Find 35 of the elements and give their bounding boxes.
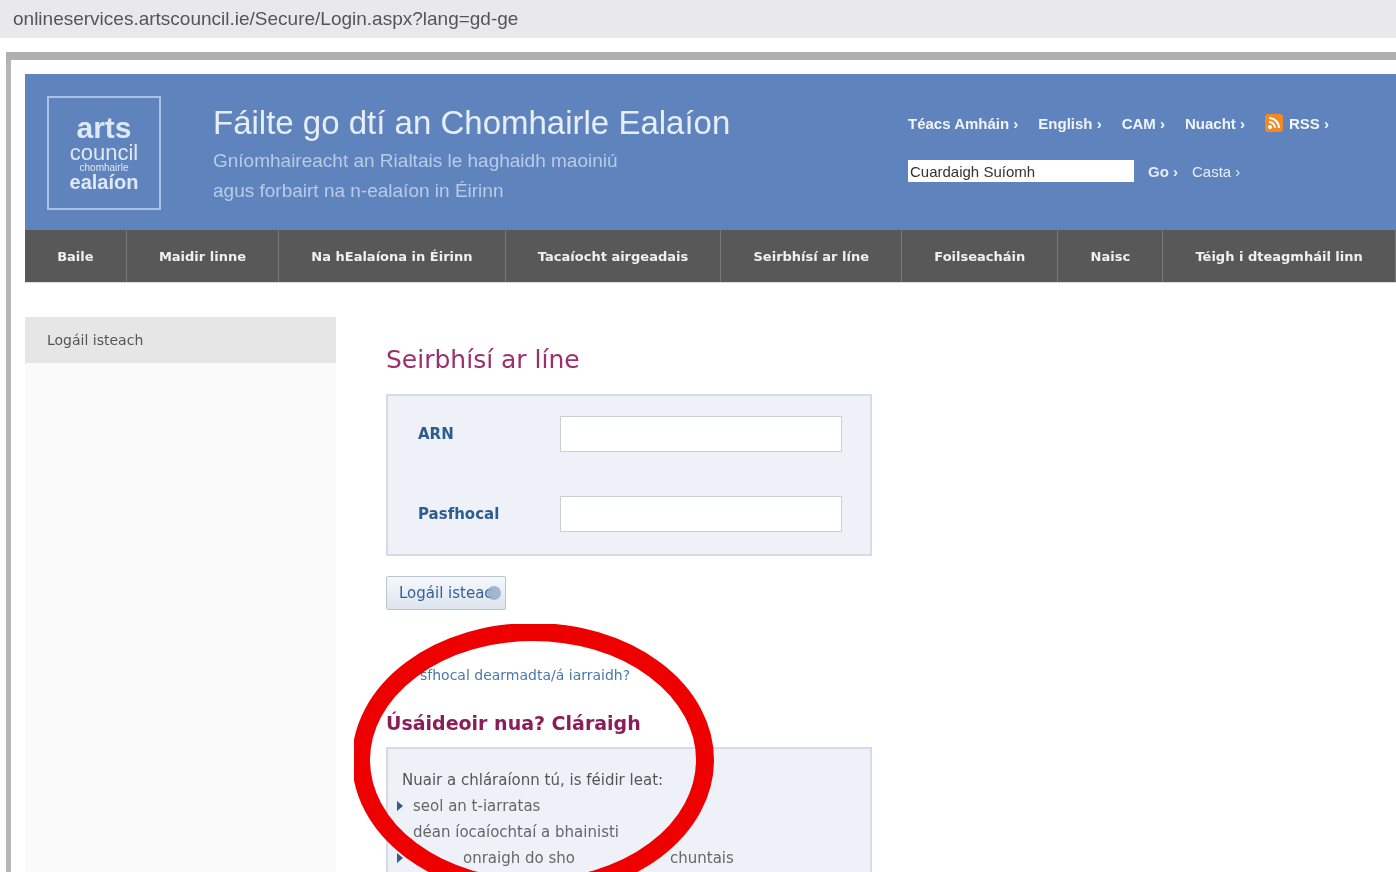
nav-item[interactable]: Tacaíocht airgeadais xyxy=(505,230,722,282)
header-link[interactable]: CAM › xyxy=(1121,114,1165,132)
nav-item[interactable]: Téigh i dteagmháil linn xyxy=(1163,230,1396,282)
site-title: Fáilte go dtí an Chomhairle Ealaíon xyxy=(213,104,731,142)
header-link[interactable]: RSS › xyxy=(1265,114,1329,132)
site-subtitle: agus forbairt na n-ealaíon in Éirinn xyxy=(213,180,505,202)
field-label: ARN xyxy=(418,425,454,443)
nav-item[interactable]: Naisc xyxy=(1058,230,1164,282)
login-button[interactable]: Logáil isteac xyxy=(386,576,506,610)
page-heading: Seirbhísí ar líne xyxy=(386,345,581,374)
advanced-search-link[interactable]: Casta › xyxy=(1192,162,1241,180)
sidebar-item[interactable]: Logáil isteach xyxy=(25,317,336,363)
go-link[interactable]: Go › xyxy=(1148,162,1178,180)
input-field[interactable] xyxy=(560,496,842,532)
register-intro: Nuair a chláraíonn tú, is féidir leat: xyxy=(402,771,665,789)
field-label: Pasfhocal xyxy=(418,505,500,523)
nav-item[interactable]: Na hEalaíona in Éirinn xyxy=(279,230,506,282)
header-link[interactable]: Téacs Amháin › xyxy=(908,114,1019,132)
site-logo[interactable]: arts council chomhairle ealaíon xyxy=(47,96,161,210)
nav-item[interactable]: Foilseacháin xyxy=(902,230,1059,282)
header-link[interactable]: Nuacht › xyxy=(1185,114,1245,132)
nav-item[interactable]: Baile xyxy=(25,230,127,282)
forgot-password-link[interactable]: sfhocal dearmadta/á iarraidh? xyxy=(420,667,631,683)
register-heading: Úsáideoir nua? Cláraigh xyxy=(386,712,642,734)
search-field[interactable]: Cuardaigh Suíomh xyxy=(908,160,1134,182)
rss-icon xyxy=(1265,114,1283,132)
list-item-text: déan íocaíochtaí a bhainisti xyxy=(413,823,619,841)
list-item-text: seol an t-iarratas xyxy=(413,797,541,815)
site-subtitle: Gníomhaireacht an Rialtais le haghaidh maoiniú xyxy=(213,150,619,172)
header-link[interactable]: English › xyxy=(1038,114,1102,132)
input-field[interactable] xyxy=(560,416,842,452)
nav-item[interactable]: Seirbhísí ar líne xyxy=(721,230,903,282)
list-item-text: chuntais xyxy=(670,849,734,867)
list-item-text: onraigh do sho xyxy=(463,849,575,867)
nav-item[interactable]: Maidir linne xyxy=(126,230,280,282)
